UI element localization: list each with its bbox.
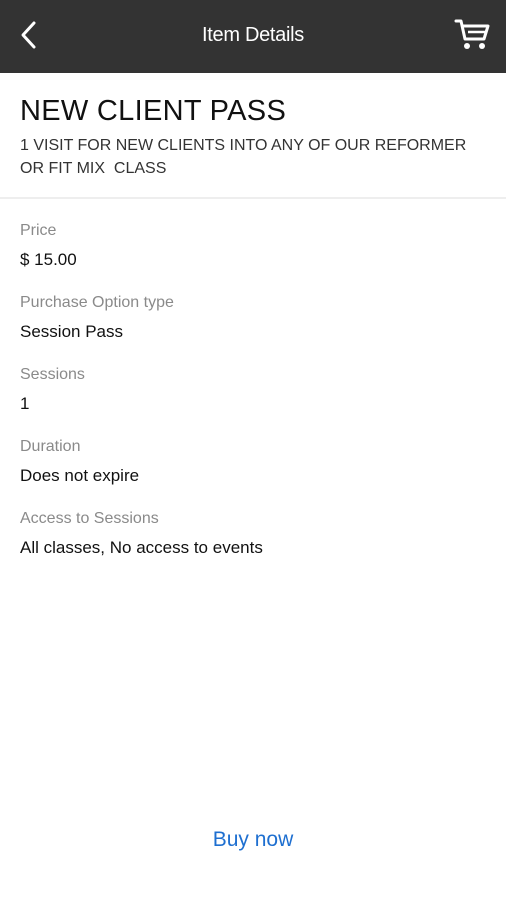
item-description: 1 VISIT FOR NEW CLIENTS INTO ANY OF OUR … [20,137,467,177]
detail-value: Does not expire [20,466,140,485]
detail-purchase-option-type: Purchase Option type Session Pass [20,293,490,365]
item-details-list: Price $ 15.00 Purchase Option type Sessi… [20,221,490,581]
detail-label: Sessions [20,366,85,383]
detail-value: 1 [20,394,30,413]
detail-sessions: Sessions 1 [20,365,490,437]
detail-label: Access to Sessions [20,510,159,527]
detail-value: All classes, No access to events [20,538,263,557]
detail-label: Price [20,222,57,239]
buy-now-button[interactable]: Buy now [153,820,353,860]
detail-label: Duration [20,438,81,455]
item-header: NEW CLIENT PASS 1 VISIT FOR NEW CLIENTS … [0,73,506,199]
top-app-bar: Item Details [0,0,506,73]
item-name: NEW CLIENT PASS [20,95,287,127]
shopping-cart-icon [454,17,490,56]
page-title: Item Details [202,24,304,46]
item-details-screen: Item Details NEW CLIENT PASS 1 VISIT FOR… [0,0,506,900]
detail-value: Session Pass [20,322,123,341]
detail-price: Price $ 15.00 [20,221,490,293]
detail-label: Purchase Option type [20,294,174,311]
detail-access-to-sessions: Access to Sessions All classes, No acces… [20,509,490,581]
detail-duration: Duration Does not expire [20,437,490,509]
detail-value: $ 15.00 [20,250,77,269]
cart-button[interactable] [452,16,492,56]
